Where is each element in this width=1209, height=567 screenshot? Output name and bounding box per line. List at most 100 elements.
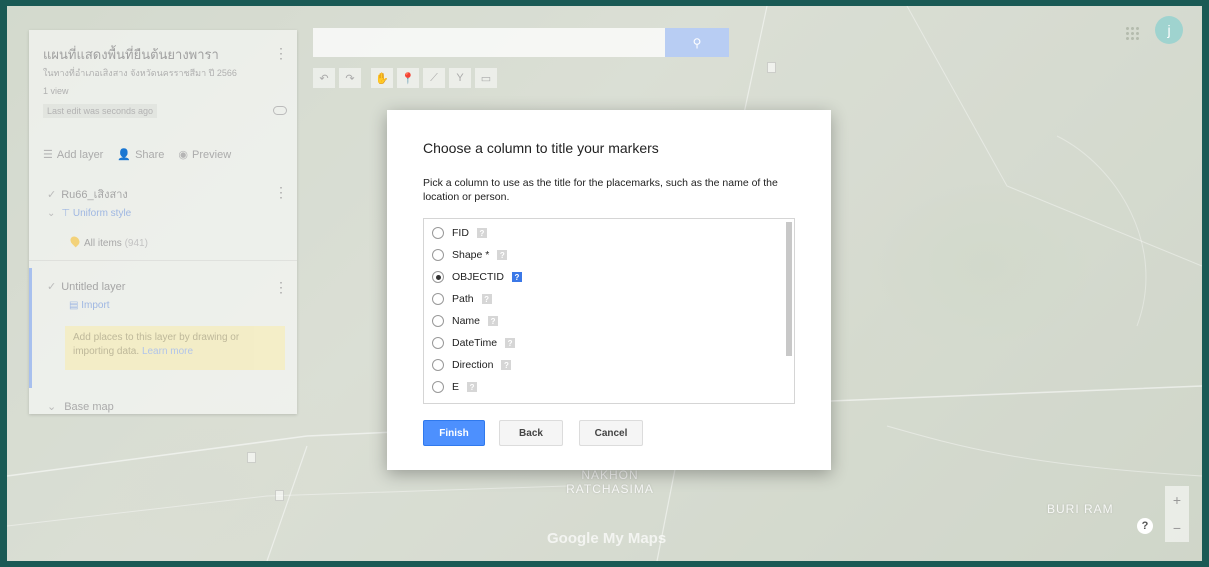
zoom-control: + −: [1165, 486, 1189, 542]
finish-button[interactable]: Finish: [423, 420, 485, 446]
layer-2-title[interactable]: ✓ Untitled layer: [47, 280, 125, 293]
column-option-label: Shape *: [452, 249, 490, 261]
map-label-buriram: BURI RAM: [1047, 502, 1114, 516]
uniform-style-label: Uniform style: [72, 208, 132, 219]
map-marker: [247, 452, 256, 463]
redo-icon[interactable]: ↷: [339, 68, 361, 88]
layer-2-name: Untitled layer: [61, 281, 126, 293]
map-options-icon[interactable]: ⋮: [274, 46, 288, 60]
column-option-label: DateTime: [452, 337, 498, 349]
draw-line-icon[interactable]: ⟋: [423, 68, 445, 88]
radio-button[interactable]: [432, 227, 444, 239]
checkbox-icon[interactable]: ✓: [47, 189, 56, 201]
column-option[interactable]: E?: [432, 379, 478, 395]
layer-1-title[interactable]: ✓ Ru66_เสิงสาง: [47, 185, 128, 203]
map-tools: ↶ ↷ ✋ 📍 ⟋ Y ▭: [313, 68, 497, 88]
map-canvas[interactable]: แผนที่แสดงพื้นที่ยืนต้นยางพารา ⋮ ในทางที…: [7, 6, 1202, 561]
share-label: Share: [135, 149, 165, 161]
uniform-style-link[interactable]: ⌄ ⊤ Uniform style: [47, 208, 131, 219]
avatar[interactable]: j: [1155, 16, 1183, 44]
radio-button[interactable]: [432, 293, 444, 305]
back-button[interactable]: Back: [499, 420, 563, 446]
dialog-description: Pick a column to use as the title for th…: [423, 177, 778, 203]
add-layer-button[interactable]: ☰ Add layer: [43, 148, 103, 161]
column-list[interactable]: FID? Shape *? OBJECTID? Path? Name? DateTime?…: [423, 218, 795, 404]
layer-options-icon[interactable]: ⋮: [274, 280, 288, 294]
view-count: 1 view: [43, 86, 69, 96]
search-button[interactable]: ⚲: [665, 28, 729, 57]
radio-button[interactable]: [432, 381, 444, 393]
import-link[interactable]: ▤ Import: [69, 300, 110, 311]
column-option-label: E: [452, 381, 460, 393]
dialog-title: Choose a column to title your markers: [423, 140, 659, 156]
info-icon[interactable]: ?: [505, 338, 516, 348]
column-option-label: Path: [452, 293, 474, 305]
base-map-label: Base map: [64, 401, 114, 413]
column-option[interactable]: Name?: [432, 313, 499, 329]
search-input[interactable]: [313, 28, 665, 57]
pin-icon: [68, 234, 82, 248]
radio-button[interactable]: [432, 271, 444, 283]
map-label-city: NAKHON RATCHASIMA: [566, 468, 654, 496]
info-icon[interactable]: ?: [476, 228, 487, 238]
chevron-down-icon[interactable]: ⌄: [47, 208, 55, 219]
radio-button[interactable]: [432, 249, 444, 261]
map-marker: [275, 490, 284, 501]
info-icon[interactable]: ?: [511, 272, 522, 282]
share-icon: 👤: [117, 149, 132, 161]
marker-icon[interactable]: 📍: [397, 68, 419, 88]
cancel-button[interactable]: Cancel: [579, 420, 643, 446]
column-option-label: FID: [452, 227, 469, 239]
column-option[interactable]: Path?: [432, 291, 492, 307]
chevron-down-icon[interactable]: ⌄: [47, 401, 56, 413]
column-option-label: OBJECTID: [452, 271, 504, 283]
apps-grid-icon[interactable]: [1125, 26, 1139, 40]
radio-button[interactable]: [432, 315, 444, 327]
all-items-count: (941): [124, 238, 148, 249]
base-map-row[interactable]: ⌄ Base map: [47, 400, 114, 413]
google-my-maps-logo: Google My Maps: [547, 530, 667, 547]
share-button[interactable]: 👤 Share: [117, 148, 164, 161]
ruler-icon[interactable]: ▭: [475, 68, 497, 88]
undo-icon[interactable]: ↶: [313, 68, 335, 88]
info-icon[interactable]: ?: [481, 294, 492, 304]
help-icon[interactable]: ?: [1137, 518, 1153, 534]
map-marker: [767, 62, 776, 73]
radio-button[interactable]: [432, 359, 444, 371]
divider: [29, 260, 297, 261]
learn-more-link[interactable]: Learn more: [142, 346, 193, 357]
column-option[interactable]: Shape *?: [432, 247, 508, 263]
directions-icon[interactable]: Y: [449, 68, 471, 88]
import-icon: ▤: [69, 300, 79, 311]
radio-button[interactable]: [432, 337, 444, 349]
layer-1-name: Ru66_เสิงสาง: [61, 189, 128, 201]
checkbox-icon[interactable]: ✓: [47, 281, 56, 293]
search-icon: ⚲: [692, 35, 702, 50]
preview-label: Preview: [192, 149, 232, 161]
last-edit-status: Last edit was seconds ago: [43, 104, 158, 118]
all-items-label: All items: [84, 238, 122, 249]
layer-options-icon[interactable]: ⋮: [274, 185, 288, 199]
cloud-icon: [273, 106, 287, 115]
column-option[interactable]: FID?: [432, 225, 487, 241]
panel-toolbar: ☰ Add layer 👤 Share ◉ Preview: [43, 148, 231, 161]
info-icon[interactable]: ?: [488, 316, 499, 326]
active-layer-indicator: [29, 268, 32, 388]
all-items-row[interactable]: All items (941): [68, 234, 148, 249]
map-description[interactable]: ในทางที่อำเภอเสิงสาง จังหวัดนครราชสีมา ป…: [43, 66, 237, 80]
zoom-out-icon[interactable]: −: [1173, 520, 1181, 536]
scrollbar[interactable]: [786, 222, 792, 356]
map-title[interactable]: แผนที่แสดงพื้นที่ยืนต้นยางพารา: [43, 44, 219, 65]
column-option[interactable]: Direction?: [432, 357, 512, 373]
info-icon[interactable]: ?: [501, 360, 512, 370]
info-icon[interactable]: ?: [497, 250, 508, 260]
column-option[interactable]: OBJECTID?: [432, 269, 522, 285]
import-label: Import: [81, 300, 110, 311]
layers-panel: แผนที่แสดงพื้นที่ยืนต้นยางพารา ⋮ ในทางที…: [29, 30, 297, 414]
add-layer-icon: ☰: [43, 149, 53, 161]
info-icon[interactable]: ?: [467, 382, 478, 392]
hand-icon[interactable]: ✋: [371, 68, 393, 88]
column-option[interactable]: DateTime?: [432, 335, 516, 351]
preview-button[interactable]: ◉ Preview: [178, 148, 231, 161]
zoom-in-icon[interactable]: +: [1173, 492, 1181, 508]
